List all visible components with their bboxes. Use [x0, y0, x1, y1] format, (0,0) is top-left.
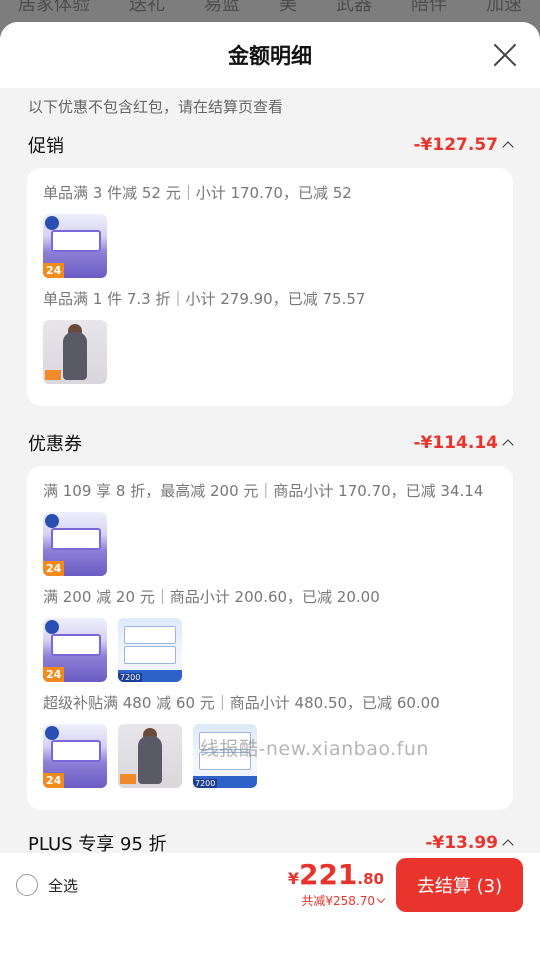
thumb-badge: 7200	[118, 673, 143, 682]
section-coupon-header[interactable]: 优惠券 -¥114.14	[0, 420, 540, 466]
product-thumbnail-clothing[interactable]	[118, 724, 182, 788]
background-tab: 易蓝	[204, 0, 240, 15]
product-thumbnail-pack[interactable]: 7200	[118, 618, 182, 682]
close-icon[interactable]	[492, 42, 518, 68]
total-summary: ¥221.80 共减¥258.70	[288, 861, 386, 909]
background-tab-bar: 居家体验 送礼 易蓝 美 武器 陪伴 加速	[0, 0, 540, 24]
product-thumbnail-tissue[interactable]: 24	[43, 214, 107, 278]
price-integer: 221	[298, 858, 358, 891]
product-thumbs: 24	[43, 512, 497, 576]
amount-detail-sheet: 金额明细 以下优惠不包含红包，请在结算页查看 促销 -¥127.57 单品满 3…	[0, 22, 540, 962]
promotion-card: 单品满 3 件减 52 元｜小计 170.70，已减 52 24 单品满 1 件…	[27, 168, 513, 406]
tissue-pack-image	[51, 528, 101, 550]
product-thumbs	[43, 320, 497, 384]
tissue-pack-image	[51, 634, 101, 656]
brand-logo-icon	[45, 620, 59, 634]
checkout-button[interactable]: 去结算 (3)	[396, 858, 523, 912]
product-thumbnail-tissue[interactable]: 24	[43, 724, 107, 788]
model-figure	[138, 736, 162, 784]
section-amount: -¥114.14	[413, 433, 514, 453]
background-tab: 美	[279, 0, 297, 15]
radio-icon[interactable]	[16, 874, 38, 896]
price-currency: ¥	[287, 869, 299, 888]
section-amount: -¥13.99	[425, 833, 514, 853]
tissue-pack-image	[51, 740, 101, 762]
section-title: 促销	[28, 136, 64, 157]
background-tab: 居家体验	[18, 0, 90, 15]
bottom-safe-area	[0, 917, 540, 962]
background-tab: 陪伴	[411, 0, 447, 15]
brand-logo-icon	[45, 726, 59, 740]
product-thumbnail-tissue[interactable]: 24	[43, 512, 107, 576]
pack-row	[124, 646, 176, 664]
price-tag-icon	[120, 774, 136, 784]
chevron-up-icon[interactable]	[502, 439, 514, 451]
product-thumbs: 24 7200	[43, 618, 497, 682]
coupon-rule: 超级补贴满 480 减 60 元｜商品小计 480.50，已减 60.00	[43, 694, 440, 712]
thumb-badge: 24	[43, 667, 65, 682]
tissue-pack-image	[51, 230, 101, 252]
select-all-label: 全选	[48, 876, 79, 895]
product-thumbnail-tissue[interactable]: 24	[43, 618, 107, 682]
sheet-title: 金额明细	[228, 44, 312, 68]
pack-row	[124, 626, 176, 644]
coupon-rule: 满 200 减 20 元｜商品小计 200.60，已减 20.00	[43, 588, 380, 606]
section-title: 优惠券	[28, 434, 82, 455]
total-price: ¥221.80	[288, 861, 384, 889]
saving-text: 共减¥258.70	[301, 894, 375, 908]
chevron-down-icon[interactable]	[376, 894, 386, 904]
product-thumbnail-clothing[interactable]	[43, 320, 107, 384]
product-thumbs: 24	[43, 214, 497, 278]
background-tab: 送礼	[129, 0, 165, 15]
notice-text: 以下优惠不包含红包，请在结算页查看	[28, 98, 284, 116]
plus-amount: -¥13.99	[425, 833, 498, 853]
chevron-up-icon[interactable]	[502, 141, 514, 153]
coupon-rule: 满 109 享 8 折，最高减 200 元｜商品小计 170.70，已减 34.…	[43, 482, 484, 500]
chevron-up-icon[interactable]	[502, 839, 514, 851]
model-figure	[63, 332, 87, 380]
checkout-footer: 全选 ¥221.80 共减¥258.70 去结算 (3)	[0, 853, 540, 917]
thumb-badge: 24	[43, 561, 65, 576]
total-saving[interactable]: 共减¥258.70	[288, 892, 386, 909]
watermark-text: 线报酷-new.xianbao.fun	[200, 738, 429, 760]
brand-logo-icon	[45, 514, 59, 528]
background-tab: 武器	[336, 0, 372, 15]
section-promotion-header[interactable]: 促销 -¥127.57	[0, 122, 540, 168]
coupon-amount: -¥114.14	[413, 433, 499, 453]
brand-logo-icon	[45, 216, 59, 230]
price-decimal: .80	[357, 870, 384, 888]
promotion-rule: 单品满 3 件减 52 元｜小计 170.70，已减 52	[43, 184, 352, 202]
thumb-badge: 24	[43, 263, 65, 278]
section-amount: -¥127.57	[413, 135, 514, 155]
select-all-toggle[interactable]: 全选	[0, 874, 78, 896]
promotion-amount: -¥127.57	[413, 135, 499, 155]
thumb-badge: 24	[43, 773, 65, 788]
background-tab: 加速	[486, 0, 522, 15]
thumb-badge: 7200	[193, 779, 218, 788]
sheet-header: 金额明细	[0, 22, 540, 88]
promotion-rule: 单品满 1 件 7.3 折｜小计 279.90，已减 75.57	[43, 290, 366, 308]
price-tag-icon	[45, 370, 61, 380]
